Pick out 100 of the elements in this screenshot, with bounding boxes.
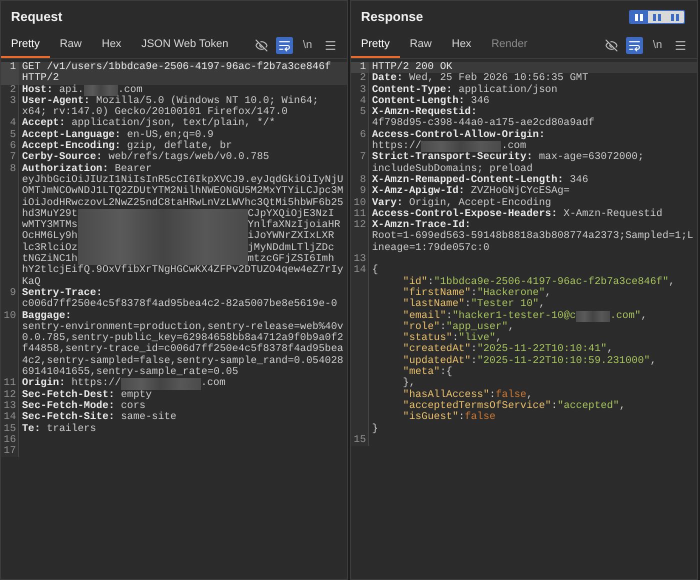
code-text: sentry-environment=production,sentry-release=web%40v xyxy=(22,320,344,333)
view-tab[interactable]: Pretty xyxy=(351,33,400,58)
line-number: 1 xyxy=(1,62,19,85)
line-number: 14 xyxy=(351,265,369,435)
code-text: x64; rv:147.0) Gecko/20100101 Firefox/147.0 xyxy=(22,106,288,118)
code-text: "hacker1-tester-10@c xyxy=(452,310,576,322)
code-text: , xyxy=(650,354,656,367)
view-tab[interactable]: Hex xyxy=(442,33,482,58)
hide-icon[interactable] xyxy=(253,37,270,54)
line-number: 12 xyxy=(351,220,369,254)
code-text: Accept-Encoding: xyxy=(22,140,121,152)
code-text: "updatedAt" xyxy=(402,354,471,367)
code-text: "app_user" xyxy=(446,320,508,333)
line-number: 3 xyxy=(351,84,369,96)
code-text: ZVZHoGNjCYcESAg= xyxy=(470,185,570,198)
code-text: X-Amzn-Requestid: xyxy=(372,106,478,118)
code-text: Origin: xyxy=(22,377,66,390)
wrap-text-icon[interactable] xyxy=(276,37,293,54)
code-text: Content-Length: xyxy=(372,94,465,107)
newline-toggle[interactable]: \n xyxy=(299,37,316,54)
code-text: web/refs/tags/web/v0.0.785 xyxy=(108,151,270,164)
code-text: }, xyxy=(402,377,416,390)
code-text: mtzcGFjZSI6Imh xyxy=(248,253,334,266)
pane-title: Request xyxy=(11,8,62,26)
hide-icon[interactable] xyxy=(603,37,620,54)
view-tab[interactable]: Raw xyxy=(50,33,92,58)
code-text: Accept: xyxy=(22,117,66,130)
line-number: 15 xyxy=(351,434,369,446)
code-text: Host: xyxy=(22,84,53,96)
line-number: 10 xyxy=(351,198,369,209)
code-text: same-site xyxy=(120,411,176,424)
code-text: 69141041655,sentry-sample_rate=0.05 xyxy=(22,366,238,378)
code-text: HTTP/2 xyxy=(22,72,60,84)
code-text: "2025-11-22T10:10:59.231000" xyxy=(477,354,650,367)
code-text: "Hackerone" xyxy=(477,286,546,299)
line-number: 3 xyxy=(1,96,19,118)
code-text: Accept-Language: xyxy=(22,128,121,141)
code-text: "accepted" xyxy=(557,400,620,412)
code-text: .com" xyxy=(610,310,641,322)
redaction-block xyxy=(84,84,118,96)
code-text: Wed, 25 Feb 2026 10:56:35 GMT xyxy=(408,72,588,84)
code-text: "acceptedTermsOfService" xyxy=(402,400,552,412)
code-text: https:// xyxy=(372,140,422,152)
code-text: includeSubDomains; preload xyxy=(372,162,533,175)
line-number: 2 xyxy=(1,84,19,96)
view-tab[interactable]: Hex xyxy=(92,33,132,58)
line-number: 8 xyxy=(1,164,19,288)
code-text: , xyxy=(545,286,552,299)
code-text: wMTY3MTMs xyxy=(22,219,78,232)
wrap-text-icon[interactable] xyxy=(626,37,643,54)
code-text: Authorization: xyxy=(22,162,109,175)
code-text: .com xyxy=(501,140,526,152)
code-text: Sec-Fetch-Dest: xyxy=(22,388,115,401)
code-text: eyJhbGciOiJIUzI1NiIsInR5cCI6IkpXVCJ9.eyJqdGkiOiIyNjU xyxy=(22,174,344,186)
code-text: "status" xyxy=(402,332,452,344)
code-text: en-US,en;q=0.9 xyxy=(126,128,214,141)
line-number: 13 xyxy=(351,254,369,266)
code-text: 4f798d95-c398-44a0-a175-ae2cd80a9adf xyxy=(372,117,594,130)
view-tab[interactable]: Pretty xyxy=(1,33,50,58)
code-text: X-Amzn-Trace-Id: xyxy=(372,219,471,232)
view-tab[interactable]: JSON Web Token xyxy=(131,33,238,58)
view-tab[interactable]: Raw xyxy=(400,33,442,58)
code-text: X-Amzn-Requestid xyxy=(562,208,662,220)
code-text: iOiJodHRwczovL2NwZ25ndC8taHRwLnVzLWVhc3QtMi5hbWF6b25 xyxy=(22,196,344,209)
code-text: , xyxy=(538,298,546,310)
code-text: : xyxy=(551,400,558,412)
code-text: , xyxy=(606,343,614,356)
code-text: trailers xyxy=(46,422,96,434)
code-text: : xyxy=(464,298,471,310)
line-number: 6 xyxy=(351,130,369,152)
code-text: : xyxy=(452,332,459,344)
code-text: hd3MuY29t xyxy=(22,208,78,220)
code-text: "meta" xyxy=(402,366,440,378)
code-text: Bearer xyxy=(114,162,152,175)
code-text: YnlfaXNzIjoiaHR xyxy=(248,219,340,232)
line-number: 11 xyxy=(351,208,369,220)
code-text: : xyxy=(489,388,496,401)
code-text: , xyxy=(668,276,675,288)
newline-toggle[interactable]: \n xyxy=(649,37,666,54)
code-text: : xyxy=(470,354,478,367)
layout-option[interactable] xyxy=(630,11,648,23)
line-number: 15 xyxy=(1,424,19,435)
code-text: ineage=1:79de057c:0 xyxy=(372,242,490,254)
code-text: "live" xyxy=(458,332,496,344)
code-text: Vary: xyxy=(372,196,403,209)
code-text: Origin, Accept-Encoding xyxy=(409,196,552,209)
code-text: GET /v1/users/1bbdca9e-2506-4197-96ac-f2b7a3ce846f xyxy=(22,61,331,73)
layout-option[interactable] xyxy=(666,11,684,23)
code-text: Access-Control-Expose-Headers: xyxy=(372,208,558,220)
line-number: 2 xyxy=(351,73,369,85)
code-text: , xyxy=(640,310,648,322)
code-text: .com xyxy=(118,84,143,96)
code-text: Sec-Fetch-Site: xyxy=(22,411,115,424)
code-text: , xyxy=(619,400,626,412)
line-number: 4 xyxy=(351,96,369,108)
code-text: jMyNDdmLTljZDc xyxy=(248,242,334,254)
layout-option[interactable] xyxy=(648,11,666,23)
line-number: 13 xyxy=(1,400,19,412)
line-number: 4 xyxy=(1,118,19,130)
code-text: CJpYXQiOjE3NzI xyxy=(248,208,334,220)
